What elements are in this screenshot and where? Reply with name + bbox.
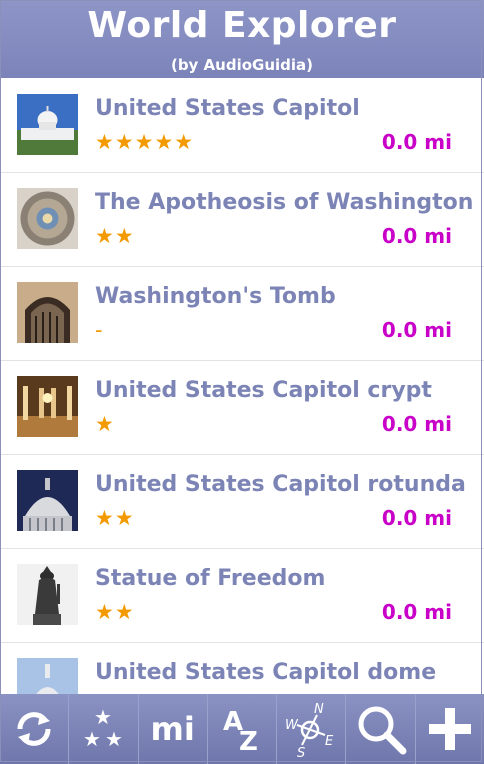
screen-border: [0, 0, 482, 762]
